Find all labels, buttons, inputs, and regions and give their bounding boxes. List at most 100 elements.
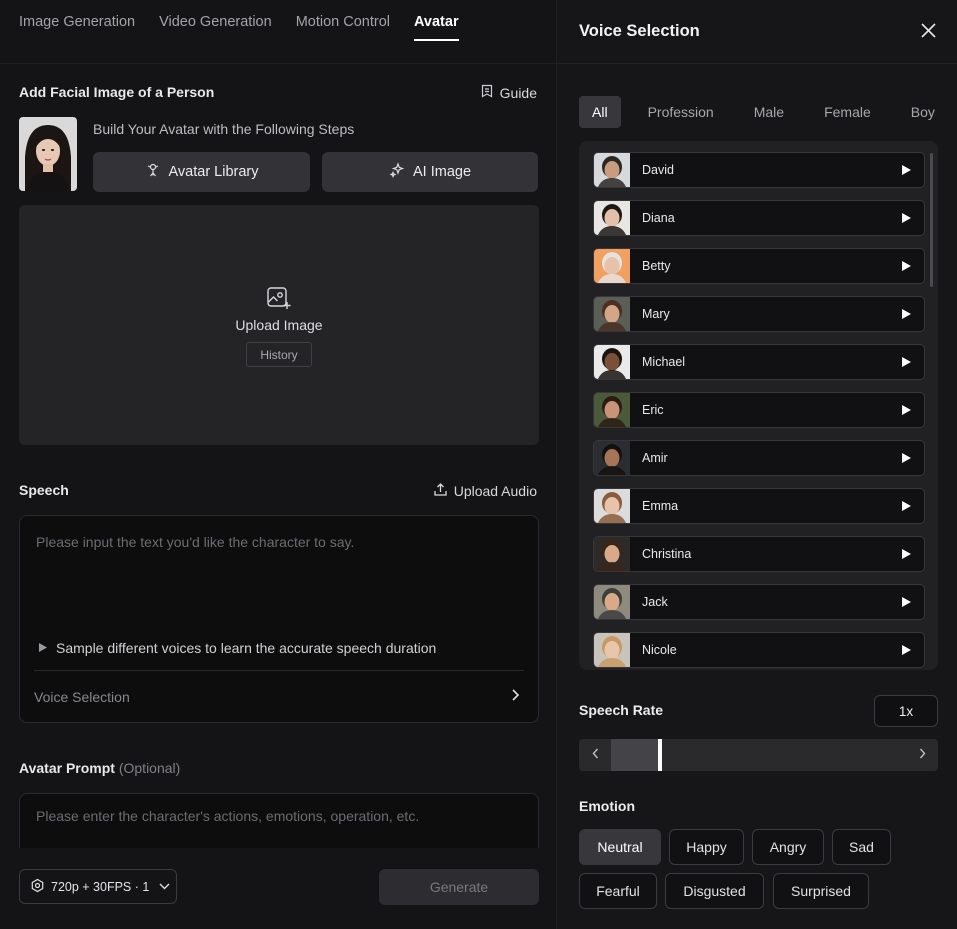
image-upload-dropzone[interactable]: Upload Image History — [19, 205, 539, 445]
voice-avatar — [594, 249, 630, 283]
voice-list[interactable]: David Diana Betty Mary Michael Eric Amir Emma Ch… — [579, 141, 938, 670]
guide-label: Guide — [499, 84, 537, 101]
emotion-disgusted-button[interactable]: Disgusted — [665, 873, 764, 909]
voice-avatar — [594, 489, 630, 523]
voice-avatar — [594, 345, 630, 379]
voice-avatar — [594, 441, 630, 475]
tab-motion-control[interactable]: Motion Control — [296, 0, 390, 63]
voice-item-christina[interactable]: Christina — [593, 536, 925, 572]
play-icon[interactable] — [901, 260, 912, 272]
tab-video-generation[interactable]: Video Generation — [159, 0, 272, 63]
avatar-prompt-label: Avatar Prompt — [19, 760, 115, 776]
voice-filter-boy[interactable]: Boy — [898, 96, 948, 128]
voice-name: Nicole — [642, 643, 677, 657]
emotion-sad-button[interactable]: Sad — [832, 829, 891, 865]
voice-filter-female[interactable]: Female — [811, 96, 884, 128]
play-icon[interactable] — [901, 644, 912, 656]
play-triangle-icon — [38, 640, 48, 656]
emotion-neutral-button[interactable]: Neutral — [579, 829, 661, 865]
avatar-prompt-input[interactable]: Please enter the character's actions, em… — [19, 793, 539, 853]
chevron-down-icon — [159, 883, 170, 890]
tab-avatar[interactable]: Avatar — [413, 0, 459, 63]
voice-filter-male[interactable]: Male — [741, 96, 797, 128]
avatar-editor-panel: Image Generation Video Generation Motion… — [0, 0, 557, 929]
chevron-left-icon — [592, 746, 599, 764]
upload-audio-button[interactable]: Upload Audio — [433, 482, 537, 500]
avatar-library-label: Avatar Library — [168, 164, 259, 180]
voice-list-scrollbar[interactable] — [930, 153, 933, 287]
avatar-preview-thumbnail[interactable] — [19, 117, 77, 191]
generate-button[interactable]: Generate — [379, 869, 539, 905]
voice-name: Christina — [642, 547, 692, 561]
tabs-divider — [0, 63, 557, 64]
play-icon[interactable] — [901, 500, 912, 512]
speech-rate-slider[interactable] — [579, 739, 938, 771]
speech-divider — [34, 670, 524, 671]
voice-item-mary[interactable]: Mary — [593, 296, 925, 332]
voice-avatar — [594, 537, 630, 571]
voice-name: Betty — [642, 259, 671, 273]
voice-filter-all[interactable]: All — [579, 96, 621, 128]
voice-item-eric[interactable]: Eric — [593, 392, 925, 428]
rate-decrease-button[interactable] — [579, 739, 611, 771]
guide-link[interactable]: Guide — [480, 84, 537, 101]
avatar-portrait-image — [19, 117, 77, 191]
voice-item-diana[interactable]: Diana — [593, 200, 925, 236]
voice-filter-profession[interactable]: Profession — [635, 96, 727, 128]
voice-item-nicole[interactable]: Nicole — [593, 632, 925, 668]
voice-panel-title: Voice Selection — [579, 22, 700, 40]
speech-rate-label: Speech Rate — [579, 702, 664, 718]
voice-item-michael[interactable]: Michael — [593, 344, 925, 380]
emotion-happy-button[interactable]: Happy — [669, 829, 744, 865]
voice-avatar — [594, 393, 630, 427]
voice-name: Diana — [642, 211, 675, 225]
voice-item-betty[interactable]: Betty — [593, 248, 925, 284]
sample-voices-hint[interactable]: Sample different voices to learn the acc… — [38, 640, 436, 656]
upload-audio-label: Upload Audio — [453, 483, 537, 499]
emotion-label: Emotion — [579, 798, 635, 814]
voice-item-emma[interactable]: Emma — [593, 488, 925, 524]
avatar-prompt-optional: (Optional) — [118, 760, 181, 776]
voice-item-jack[interactable]: Jack — [593, 584, 925, 620]
resolution-select[interactable]: 720p + 30FPS · 1 — [19, 869, 177, 904]
voice-panel-divider — [557, 63, 957, 64]
play-icon[interactable] — [901, 596, 912, 608]
play-icon[interactable] — [901, 308, 912, 320]
mode-tabs: Image Generation Video Generation Motion… — [19, 0, 459, 63]
bottom-action-bar: 720p + 30FPS · 1 Generate — [0, 848, 556, 929]
play-icon[interactable] — [901, 212, 912, 224]
speech-text-area[interactable]: Please input the text you'd like the cha… — [19, 515, 539, 723]
voice-selection-row[interactable]: Voice Selection — [34, 688, 520, 705]
voice-name: David — [642, 163, 674, 177]
emotion-angry-button[interactable]: Angry — [752, 829, 824, 865]
emotion-surprised-button[interactable]: Surprised — [773, 873, 869, 909]
voice-avatar — [594, 201, 630, 235]
tab-image-generation[interactable]: Image Generation — [19, 0, 135, 63]
avatar-library-button[interactable]: Avatar Library — [93, 152, 310, 192]
voice-item-amir[interactable]: Amir — [593, 440, 925, 476]
avatar-person-icon — [145, 162, 161, 182]
close-icon[interactable] — [920, 22, 937, 44]
voice-filter-chips: All Profession Male Female Boy — [579, 96, 957, 128]
voice-avatar — [594, 297, 630, 331]
speech-rate-fill — [611, 739, 659, 771]
speech-rate-value[interactable]: 1x — [874, 695, 938, 727]
rate-increase-button[interactable] — [906, 739, 938, 771]
speech-rate-handle[interactable] — [658, 739, 663, 771]
avatar-prompt-placeholder: Please enter the character's actions, em… — [36, 808, 420, 824]
history-button[interactable]: History — [246, 342, 312, 367]
play-icon[interactable] — [901, 452, 912, 464]
voice-item-david[interactable]: David — [593, 152, 925, 188]
settings-icon — [30, 878, 45, 896]
voice-avatar — [594, 585, 630, 619]
emotion-fearful-button[interactable]: Fearful — [579, 873, 657, 909]
play-icon[interactable] — [901, 164, 912, 176]
play-icon[interactable] — [901, 404, 912, 416]
upload-image-label: Upload Image — [235, 317, 323, 333]
play-icon[interactable] — [901, 548, 912, 560]
ai-image-button[interactable]: AI Image — [322, 152, 538, 192]
avatar-steps-text: Build Your Avatar with the Following Ste… — [93, 121, 355, 137]
play-icon[interactable] — [901, 356, 912, 368]
image-upload-icon — [266, 285, 292, 316]
voice-name: Amir — [642, 451, 668, 465]
